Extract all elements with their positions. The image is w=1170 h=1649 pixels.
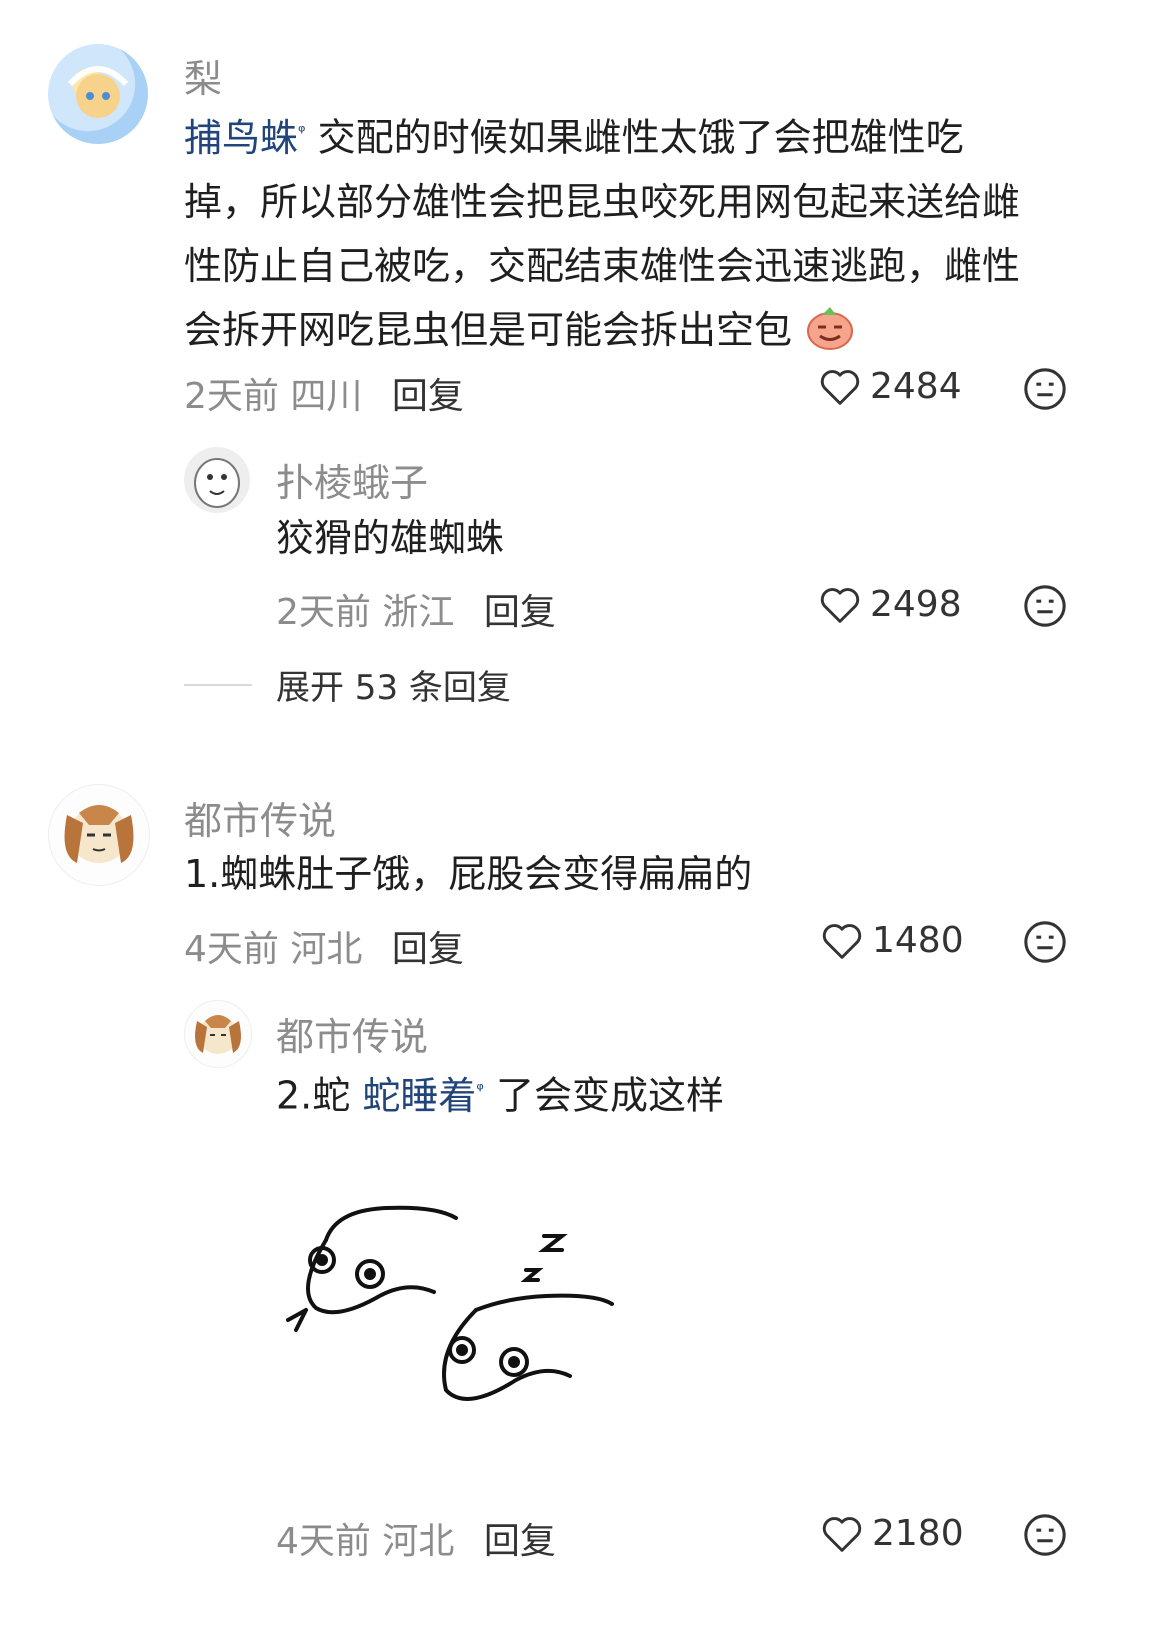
like-button[interactable]: 2498	[818, 584, 962, 625]
like-count: 1480	[872, 920, 964, 961]
comment-text: 捕鸟蛛ᵠ 交配的时候如果雌性太饿了会把雄性吃 掉，所以部分雄性会把昆虫咬死用网包…	[184, 115, 1021, 352]
embarrassed-emoji-icon	[807, 306, 854, 350]
username[interactable]: 都市传说	[276, 1006, 428, 1061]
reply-button[interactable]: 回复	[484, 592, 556, 633]
meh-face-icon[interactable]	[1022, 919, 1068, 965]
username[interactable]: 都市传说	[184, 790, 336, 845]
location: 河北	[382, 1521, 455, 1562]
timestamp: 4天前	[276, 1521, 371, 1562]
divider	[184, 683, 252, 686]
avatar-illustration	[67, 66, 129, 118]
like-button[interactable]: 2484	[818, 366, 962, 407]
meh-face-icon[interactable]	[1022, 583, 1068, 629]
heart-outline-icon	[822, 923, 862, 959]
expand-replies-button[interactable]: 展开 53 条回复	[184, 660, 511, 709]
like-button[interactable]: 1480	[820, 920, 964, 961]
heart-outline-icon	[822, 1516, 862, 1552]
like-count: 2180	[872, 1513, 964, 1554]
avatar[interactable]	[48, 44, 148, 144]
reply-button[interactable]: 回复	[392, 929, 464, 970]
reply-button[interactable]: 回复	[484, 1521, 556, 1562]
avatar[interactable]	[184, 447, 250, 513]
keyword-link[interactable]: 捕鸟蛛ᵠ	[184, 116, 306, 160]
search-icon: ᵠ	[476, 1079, 484, 1100]
location: 四川	[290, 376, 363, 417]
comment-meta: 2天前 四川 回复	[184, 367, 464, 419]
username[interactable]: 扑棱蛾子	[276, 452, 428, 507]
username[interactable]: 梨	[184, 48, 222, 103]
sleeping-snakes-image[interactable]	[276, 1180, 656, 1420]
timestamp: 2天前	[276, 592, 371, 633]
comment-text: 狡猾的雄蜘蛛	[276, 516, 505, 560]
search-icon: ᵠ	[298, 121, 306, 142]
comment-text: 1.蜘蛛肚子饿，屁股会变得扁扁的	[184, 852, 753, 896]
meh-face-icon[interactable]	[1022, 366, 1068, 412]
keyword-link[interactable]: 蛇睡着ᵠ	[362, 1074, 484, 1118]
heart-outline-icon	[820, 587, 860, 623]
dog-avatar-illustration	[195, 1015, 241, 1054]
like-count: 2498	[870, 584, 962, 625]
avatar[interactable]	[48, 784, 150, 886]
comment-meta: 4天前 河北 回复	[276, 1512, 556, 1564]
like-count: 2484	[870, 366, 962, 407]
meh-face-icon[interactable]	[1022, 1512, 1068, 1558]
expand-replies-label: 展开 53 条回复	[276, 668, 511, 708]
location: 浙江	[382, 592, 455, 633]
comment-text: 2.蛇 蛇睡着ᵠ 了会变成这样	[276, 1073, 724, 1118]
avatar[interactable]	[184, 1000, 252, 1068]
reply-button[interactable]: 回复	[392, 376, 464, 417]
comment-meta: 2天前 浙江 回复	[276, 583, 556, 635]
dog-avatar-illustration	[64, 805, 134, 863]
heart-outline-icon	[820, 369, 860, 405]
timestamp: 4天前	[184, 929, 279, 970]
timestamp: 2天前	[184, 376, 279, 417]
avatar-illustration	[194, 458, 240, 508]
like-button[interactable]: 2180	[820, 1513, 964, 1554]
location: 河北	[290, 929, 363, 970]
comment-meta: 4天前 河北 回复	[184, 920, 464, 972]
